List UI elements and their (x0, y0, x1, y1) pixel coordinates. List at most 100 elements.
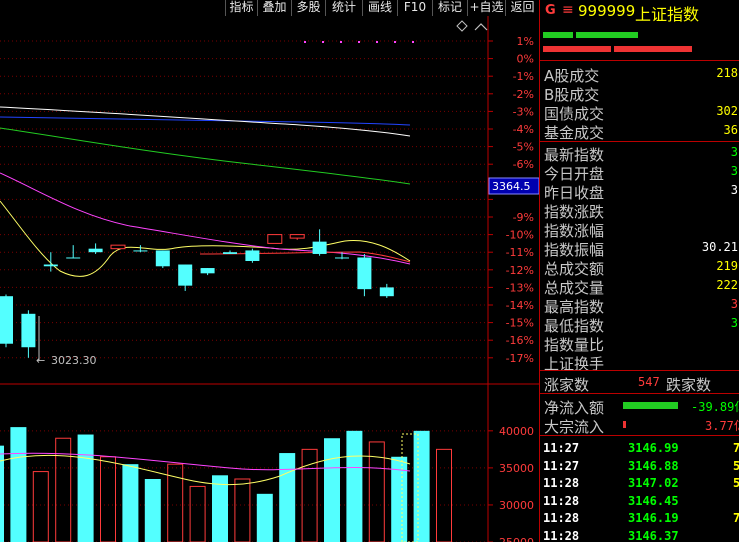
quote-panel: G ≡ 999999 上证指数 A股成交 218 B股成交 国债成交 302 基金成交 36… (539, 0, 739, 542)
candle-body (267, 234, 283, 244)
axis-pct-label: -4% (513, 123, 534, 136)
multi-stock-button[interactable]: 多股 (291, 0, 325, 16)
axis-volume-label: 30000 (499, 499, 534, 512)
volume-bar (144, 479, 161, 542)
volume-bar (413, 430, 430, 542)
volume-bar (189, 485, 206, 542)
tick-time: 11:27 (543, 458, 580, 473)
advance-decline-row: 涨家数 547 跌家数 (540, 373, 739, 394)
quote-title-bar: G ≡ 999999 上证指数 (540, 0, 739, 24)
diamond-icon[interactable] (456, 20, 468, 32)
axis-pct-label: -16% (506, 334, 534, 347)
tick-price: 3146.19 (628, 511, 679, 525)
tick-time: 11:28 (543, 493, 580, 508)
tick-row: 11:28 3146.37 (540, 527, 739, 542)
tick-volume: 5 (733, 459, 739, 473)
candle-body (357, 257, 372, 290)
quote-row: 指数量比 (540, 333, 739, 354)
price-axis: 1%0%-1%-2%-3%-4%-5%-6%-7%-9%-10%-11%-12%… (488, 35, 534, 542)
quote-row-value: 30.21 (701, 240, 738, 254)
axis-pct-label: -3% (513, 105, 534, 118)
tick-row: 11:28 3146.45 (540, 492, 739, 510)
volume-bar (10, 427, 27, 542)
axis-pct-label: -14% (506, 299, 534, 312)
quote-row: 国债成交 302 (540, 102, 739, 123)
tick-row: 11:28 3147.02 5 (540, 474, 739, 492)
candle-body (43, 264, 58, 267)
quote-row: 指数振幅 30.21 (540, 238, 739, 259)
candle-body (178, 264, 193, 286)
stock-code: 999999 (578, 2, 636, 20)
quote-row-value: 222 (716, 278, 738, 292)
mark-button[interactable]: 标记 (432, 0, 467, 16)
stock-name: 上证指数 (635, 5, 700, 24)
ma-line (0, 127, 411, 185)
volume-bar (324, 438, 340, 542)
net-inflow-bar (623, 402, 678, 409)
quote-row-value: 3 (730, 145, 738, 159)
statistics-button[interactable]: 统计 (325, 0, 362, 16)
volume-bar (279, 453, 296, 542)
tick-row: 11:27 3146.99 7 (540, 439, 739, 457)
tick-price: 3146.45 (628, 493, 679, 508)
kline-chart[interactable]: 1%0%-1%-2%-3%-4%-5%-6%-7%-9%-10%-11%-12%… (0, 16, 539, 542)
price-dot (304, 41, 306, 43)
axis-pct-label: -15% (506, 317, 534, 330)
axis-volume-label: 40000 (499, 425, 534, 438)
tick-row: 11:27 3146.88 5 (540, 457, 739, 475)
draw-line-button[interactable]: 画线 (362, 0, 397, 16)
quote-row-value: 3 (730, 183, 738, 197)
block-inflow-value: 3.77亿 (705, 419, 739, 433)
quote-row-label: 基金成交 (544, 124, 605, 142)
quote-row-value: 218 (716, 66, 738, 80)
volume-bar (100, 456, 116, 542)
axis-volume-label: 25000 (499, 536, 534, 542)
axis-pct-label: -17% (506, 352, 534, 365)
block-inflow-bar (623, 421, 626, 428)
advance-label: 涨家数 (544, 376, 590, 394)
svg-text:←: ← (36, 354, 45, 367)
indicator-button[interactable]: 指标 (225, 0, 257, 16)
chevron-up-icon[interactable] (474, 23, 488, 31)
add-watchlist-button[interactable]: +自选 (467, 0, 505, 16)
volume-bar (122, 464, 139, 542)
candle-body (133, 250, 148, 252)
tick-row: 11:28 3146.19 7 (540, 509, 739, 527)
price-dot (322, 41, 324, 43)
net-inflow-value: -39.89亿 (691, 400, 739, 414)
f10-button[interactable]: F10 (397, 0, 432, 16)
candle-body (0, 296, 13, 344)
quote-row-value: 219 (716, 259, 738, 273)
quote-row: 总成交额 219 (540, 257, 739, 278)
axis-pct-label: -9% (513, 211, 534, 224)
axis-pct-label: -11% (506, 246, 534, 259)
quote-row: 指数涨跌 (540, 200, 739, 221)
price-dot (412, 41, 414, 43)
back-button[interactable]: 返回 (505, 0, 539, 16)
quote-row-value: 3 (730, 316, 738, 330)
low-marker: ← 3023.30 (36, 316, 97, 367)
menu-icon[interactable]: ≡ (562, 2, 574, 18)
g-badge[interactable]: G (545, 3, 556, 18)
candle-body (110, 244, 126, 250)
candle-body (66, 257, 81, 259)
tick-volume: 7 (733, 441, 739, 455)
decline-label: 跌家数 (666, 376, 712, 394)
overlay-button[interactable]: 叠加 (257, 0, 291, 16)
quote-row: B股成交 (540, 83, 739, 104)
axis-pct-label: -5% (513, 141, 534, 154)
axis-volume-label: 35000 (499, 462, 534, 475)
ma-line (0, 116, 411, 126)
axis-pct-label: -12% (506, 264, 534, 277)
quote-row: 基金成交 36 (540, 121, 739, 142)
quote-row: 总成交量 222 (540, 276, 739, 297)
candles (0, 229, 394, 358)
candle-body (21, 313, 36, 348)
advance-count: 547 (638, 375, 660, 389)
quote-row-value: 36 (723, 123, 738, 137)
candle-body (312, 241, 327, 254)
quote-row-value: 302 (716, 104, 738, 118)
volume-bar (32, 471, 49, 542)
volume-bar (234, 478, 251, 542)
tick-time: 11:28 (543, 528, 580, 542)
